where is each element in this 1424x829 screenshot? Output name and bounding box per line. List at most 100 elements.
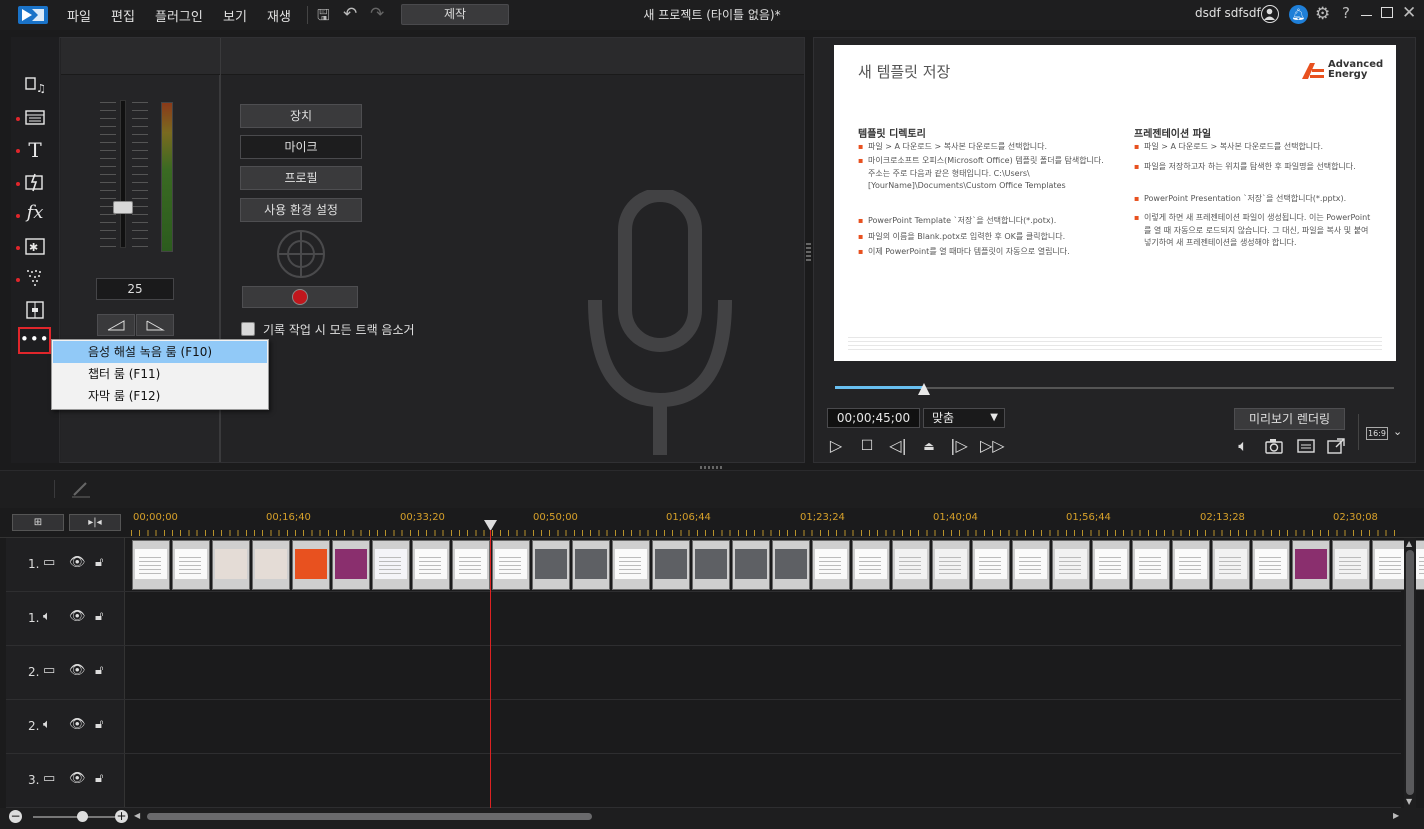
undock-preview-icon[interactable] xyxy=(1326,436,1346,456)
video-clip[interactable] xyxy=(452,540,490,590)
video-clip[interactable] xyxy=(692,540,730,590)
audio-mixing-room-icon[interactable] xyxy=(24,300,46,320)
video-clip[interactable] xyxy=(1332,540,1370,590)
panel-splitter-handle[interactable] xyxy=(806,243,811,261)
produce-button[interactable]: 제작 xyxy=(401,4,509,25)
lock-icon[interactable]: 🔓︎ xyxy=(95,609,103,624)
mute-tracks-checkbox[interactable] xyxy=(241,322,255,336)
fade-out-button[interactable] xyxy=(136,314,174,336)
visibility-eye-icon[interactable]: 👁︎ xyxy=(69,717,86,732)
voice-over-room-item[interactable]: 음성 해설 녹음 룸 (F10) xyxy=(53,341,267,363)
video-clip[interactable] xyxy=(932,540,970,590)
preferences-button[interactable]: 사용 환경 설정 xyxy=(240,198,362,222)
previous-frame-icon[interactable]: ◁| xyxy=(888,436,908,456)
menu-plugins[interactable]: 플러그인 xyxy=(155,6,203,25)
subtitle-room-item[interactable]: 자막 룸 (F12) xyxy=(53,385,267,407)
undo-icon[interactable]: ↶ xyxy=(343,4,357,24)
video-track-row[interactable] xyxy=(6,646,1401,700)
video-clip[interactable] xyxy=(412,540,450,590)
audio-track-row[interactable] xyxy=(6,592,1401,646)
subtitle-toggle-icon[interactable] xyxy=(1296,436,1316,456)
video-clip[interactable] xyxy=(1012,540,1050,590)
video-clip[interactable] xyxy=(172,540,210,590)
fx-room-icon[interactable]: fx xyxy=(24,203,46,223)
zoom-out-icon[interactable]: − xyxy=(9,810,22,823)
volume-icon[interactable]: 🔈︎ xyxy=(1233,436,1253,456)
vertical-scroll-thumb[interactable] xyxy=(1406,550,1414,795)
video-clip[interactable] xyxy=(132,540,170,590)
video-clip[interactable] xyxy=(1212,540,1250,590)
horizontal-splitter-handle[interactable] xyxy=(700,466,722,469)
video-clip[interactable] xyxy=(972,540,1010,590)
title-room-icon[interactable]: T xyxy=(24,140,46,160)
video-clip[interactable] xyxy=(292,540,330,590)
device-button[interactable]: 장치 xyxy=(240,104,362,128)
play-icon[interactable]: ▷ xyxy=(826,436,846,456)
audio-track-row[interactable] xyxy=(6,700,1401,754)
video-clip[interactable] xyxy=(1132,540,1170,590)
render-preview-button[interactable]: 미리보기 렌더링 xyxy=(1234,408,1345,430)
microphone-select[interactable]: 마이크 xyxy=(240,135,362,159)
video-clip[interactable] xyxy=(572,540,610,590)
video-clip[interactable] xyxy=(492,540,530,590)
visibility-eye-icon[interactable]: 👁︎ xyxy=(69,771,86,786)
scroll-down-icon[interactable]: ▼ xyxy=(1406,797,1412,806)
video-clip[interactable] xyxy=(532,540,570,590)
menu-edit[interactable]: 편집 xyxy=(111,6,135,25)
video-clip[interactable] xyxy=(1172,540,1210,590)
video-clip[interactable] xyxy=(1092,540,1130,590)
visibility-eye-icon[interactable]: 👁︎ xyxy=(69,663,86,678)
particle-room-icon[interactable] xyxy=(24,268,46,288)
visibility-eye-icon[interactable]: 👁︎ xyxy=(69,609,86,624)
volume-value-field[interactable]: 25 xyxy=(96,278,174,300)
save-icon[interactable]: 🖫 xyxy=(317,5,330,30)
edit-pen-icon[interactable] xyxy=(70,479,92,499)
video-clip[interactable] xyxy=(892,540,930,590)
lock-icon[interactable]: 🔓︎ xyxy=(95,717,103,732)
fit-timeline-button[interactable]: ▸|◂ xyxy=(69,514,121,531)
video-clip[interactable] xyxy=(252,540,290,590)
close-icon[interactable]: ✕ xyxy=(1402,3,1416,23)
settings-gear-icon[interactable]: ⚙ xyxy=(1315,4,1330,24)
maximize-icon[interactable] xyxy=(1381,7,1393,18)
transition-room-icon[interactable] xyxy=(24,172,46,192)
lock-icon[interactable]: 🔓︎ xyxy=(95,663,103,678)
video-clip[interactable] xyxy=(612,540,650,590)
zoom-in-icon[interactable]: + xyxy=(115,810,128,823)
pip-room-icon[interactable]: ✱ xyxy=(24,236,46,256)
chapter-room-item[interactable]: 챕터 룸 (F11) xyxy=(53,363,267,385)
video-clip[interactable] xyxy=(652,540,690,590)
video-clip[interactable] xyxy=(852,540,890,590)
video-clip[interactable] xyxy=(372,540,410,590)
video-clip[interactable] xyxy=(1292,540,1330,590)
redo-icon[interactable]: ↷ xyxy=(370,4,384,24)
menu-file[interactable]: 파일 xyxy=(67,6,91,25)
video-clip[interactable] xyxy=(212,540,250,590)
notification-icon[interactable]: 🔔︎ xyxy=(1289,5,1308,24)
video-clip[interactable] xyxy=(772,540,810,590)
aspect-ratio-select[interactable]: 16:9 xyxy=(1366,427,1388,440)
zoom-fit-select[interactable]: 맞춤 ▼ xyxy=(923,408,1005,428)
fade-in-button[interactable] xyxy=(97,314,135,336)
scroll-right-icon[interactable]: ▶ xyxy=(1393,811,1399,820)
video-clip[interactable] xyxy=(812,540,850,590)
snapshot-marker-icon[interactable]: ⏏ xyxy=(919,436,939,456)
volume-fader-track[interactable] xyxy=(120,100,126,248)
effect-room-icon[interactable] xyxy=(24,107,46,127)
lock-icon[interactable]: 🔓︎ xyxy=(95,771,103,786)
menu-view[interactable]: 보기 xyxy=(223,6,247,25)
visibility-eye-icon[interactable]: 👁︎ xyxy=(69,555,86,570)
scroll-up-icon[interactable]: ▲ xyxy=(1406,539,1412,548)
profile-button[interactable]: 프로필 xyxy=(240,166,362,190)
video-clip[interactable] xyxy=(1252,540,1290,590)
video-track-row[interactable] xyxy=(6,754,1401,808)
help-icon[interactable]: ? xyxy=(1342,4,1350,22)
fast-forward-icon[interactable]: ▷▷ xyxy=(980,436,1005,456)
timeline-zoom-thumb[interactable] xyxy=(77,811,88,822)
track-manager-button[interactable]: ⊞ xyxy=(12,514,64,531)
camera-snapshot-icon[interactable] xyxy=(1264,436,1284,456)
account-icon[interactable] xyxy=(1261,5,1279,23)
media-room-icon[interactable]: ♫ xyxy=(24,75,46,95)
video-clip[interactable] xyxy=(332,540,370,590)
user-name[interactable]: dsdf sdfsdf xyxy=(1195,6,1261,20)
